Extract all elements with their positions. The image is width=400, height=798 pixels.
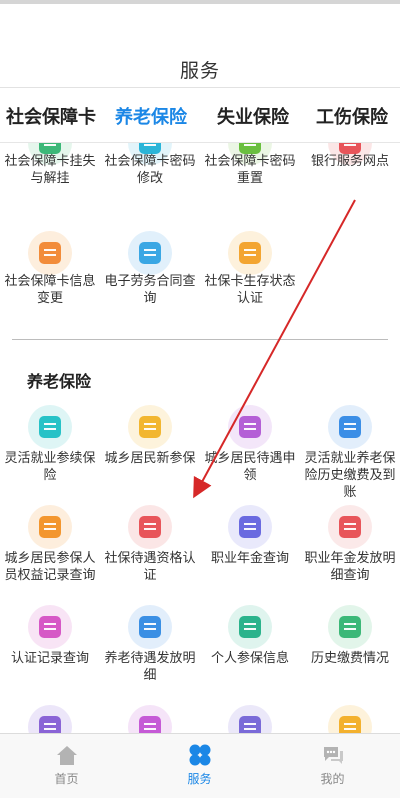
service-item[interactable] xyxy=(300,705,400,733)
service-item[interactable]: 城乡居民新参保 xyxy=(100,405,200,505)
tab-unemployment-insurance[interactable]: 失业保险 xyxy=(217,103,289,129)
service-label: 养老待遇发放明细 xyxy=(104,651,196,683)
record-query-icon xyxy=(28,505,72,549)
service-item[interactable]: 社会保障卡密码修改 xyxy=(100,143,200,221)
service-label: 社保待遇资格认证 xyxy=(104,551,196,583)
service-item[interactable]: 银行服务网点 xyxy=(300,143,400,221)
header: 服务 xyxy=(0,4,400,88)
home-icon xyxy=(56,746,77,765)
person-info-icon xyxy=(228,605,272,649)
card-info-icon xyxy=(28,231,72,275)
service-label: 灵活就业养老保险历史缴费及到账 xyxy=(304,451,396,500)
service-item[interactable] xyxy=(100,705,200,733)
tab-social-security-card[interactable]: 社会保障卡 xyxy=(6,103,96,129)
service-item[interactable]: 电子劳务合同查询 xyxy=(100,231,200,331)
service-label: 社会保障卡信息变更 xyxy=(4,274,96,306)
service-label: 电子劳务合同查询 xyxy=(104,274,196,306)
tab-work-injury-insurance[interactable]: 工伤保险 xyxy=(316,103,388,129)
section-title: 养老保险 xyxy=(27,372,92,391)
cert-record-icon xyxy=(28,605,72,649)
service-item[interactable]: 职业年金发放明细查询 xyxy=(300,505,400,605)
chat-icon xyxy=(323,747,343,764)
service-label: 银行服务网点 xyxy=(310,154,389,169)
service-label: 城乡居民新参保 xyxy=(104,451,196,466)
medal-icon xyxy=(128,505,172,549)
services-icon xyxy=(189,744,210,766)
service-item[interactable]: 认证记录查询 xyxy=(0,605,100,705)
service-item[interactable] xyxy=(200,705,300,733)
service-label: 社会保障卡密码重置 xyxy=(204,154,296,186)
service-page: 服务 社会保障卡 养老保险 失业保险 工伤保险 社会保障卡挂失与解挂 社会保障卡… xyxy=(0,0,400,798)
service-item[interactable]: 社会保障卡信息变更 xyxy=(0,231,100,331)
service-item[interactable]: 灵活就业养老保险历史缴费及到账 xyxy=(300,405,400,505)
nav-mine[interactable]: 我的 xyxy=(266,734,399,798)
service-label: 城乡居民待遇申领 xyxy=(204,451,296,483)
payment-history-icon xyxy=(328,405,372,449)
service-label: 灵活就业参续保险 xyxy=(4,451,96,483)
partial-icon-1 xyxy=(28,705,72,733)
benefit-apply-icon xyxy=(228,405,272,449)
section-divider xyxy=(12,339,388,340)
service-label: 社会保障卡挂失与解挂 xyxy=(4,154,96,186)
category-tabs: 社会保障卡 养老保险 失业保险 工伤保险 xyxy=(0,89,400,143)
service-label: 城乡居民参保人员权益记录查询 xyxy=(4,551,96,583)
service-label: 认证记录查询 xyxy=(10,651,89,666)
flex-insure-icon xyxy=(28,405,72,449)
service-label: 个人参保信息 xyxy=(210,651,289,666)
service-item[interactable]: 个人参保信息 xyxy=(200,605,300,705)
history-pay-icon xyxy=(328,605,372,649)
certify-icon xyxy=(228,231,272,275)
partial-icon-3 xyxy=(228,705,272,733)
coins-icon xyxy=(228,505,272,549)
receipt-icon xyxy=(328,505,372,549)
service-item[interactable]: 城乡居民待遇申领 xyxy=(200,405,300,505)
partial-icon-2 xyxy=(128,705,172,733)
nav-services-label: 服务 xyxy=(187,772,212,786)
service-label: 社保卡生存状态认证 xyxy=(204,274,296,306)
service-item[interactable]: 社会保障卡密码重置 xyxy=(200,143,300,221)
service-item[interactable]: 灵活就业参续保险 xyxy=(0,405,100,505)
service-item[interactable] xyxy=(0,705,100,733)
pension-detail-icon xyxy=(128,605,172,649)
service-item[interactable]: 历史缴费情况 xyxy=(300,605,400,705)
service-label: 社会保障卡密码修改 xyxy=(104,154,196,186)
service-label: 职业年金查询 xyxy=(210,551,289,566)
nav-services[interactable]: 服务 xyxy=(133,734,266,798)
service-item[interactable]: 养老待遇发放明细 xyxy=(100,605,200,705)
service-item[interactable]: 社会保障卡挂失与解挂 xyxy=(0,143,100,221)
service-item[interactable]: 职业年金查询 xyxy=(200,505,300,605)
contract-icon xyxy=(128,231,172,275)
service-list: 社会保障卡挂失与解挂 社会保障卡密码修改 社会保障卡密码重置 银行服务网点 社会… xyxy=(0,143,400,733)
nav-mine-label: 我的 xyxy=(320,772,345,786)
service-item[interactable]: 城乡居民参保人员权益记录查询 xyxy=(0,505,100,605)
service-item[interactable]: 社保卡生存状态认证 xyxy=(200,231,300,331)
bottom-nav: 首页 服务 我的 xyxy=(0,733,400,798)
nav-home-label: 首页 xyxy=(54,772,79,786)
service-label: 历史缴费情况 xyxy=(310,651,389,666)
tab-pension-insurance[interactable]: 养老保险 xyxy=(115,103,187,129)
service-label: 职业年金发放明细查询 xyxy=(304,551,396,583)
service-item[interactable]: 社保待遇资格认证 xyxy=(100,505,200,605)
nav-home[interactable]: 首页 xyxy=(0,734,133,798)
page-title: 服务 xyxy=(179,60,220,82)
new-insure-icon xyxy=(128,405,172,449)
partial-icon-4 xyxy=(328,705,372,733)
